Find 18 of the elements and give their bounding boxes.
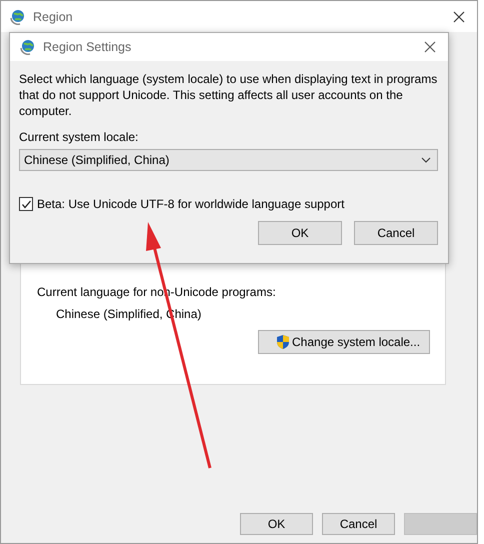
- globe-icon: [19, 39, 35, 55]
- locale-dropdown[interactable]: Chinese (Simplified, China): [19, 149, 438, 171]
- window-title: Region: [33, 10, 74, 24]
- caret-icon: [421, 157, 431, 163]
- dialog-button[interactable]: Cancel: [354, 221, 438, 245]
- dialog-title: Region Settings: [43, 40, 132, 54]
- close-icon[interactable]: [424, 41, 436, 53]
- close-icon[interactable]: [453, 10, 465, 22]
- dialog-button[interactable]: OK: [258, 221, 342, 245]
- shield-icon: [276, 334, 290, 350]
- checkmark-icon: [20, 198, 32, 210]
- locale-label: Current system locale:: [19, 130, 140, 144]
- globe-icon: [9, 8, 25, 24]
- dialog-button[interactable]: Cancel: [322, 513, 395, 535]
- change-system-locale-button[interactable]: Change system locale...: [258, 330, 430, 354]
- beta-checkbox[interactable]: Beta: Use Unicode UTF-8 for worldwide language support: [19, 197, 438, 211]
- dialog-button[interactable]: OK: [240, 513, 313, 535]
- description-text: Select which language (system locale) to use when displaying text in programs that do not support Unicode. This setting affects all user accounts on the computer.: [19, 71, 438, 119]
